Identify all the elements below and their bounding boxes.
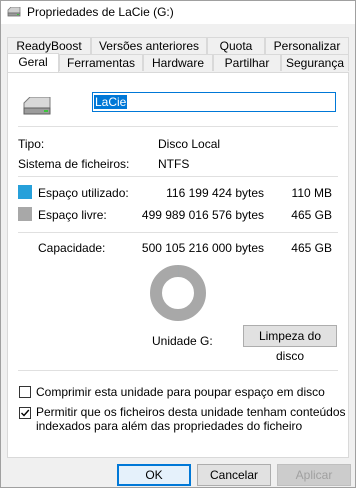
drive-name-input[interactable]: LaCie: [92, 92, 336, 112]
tab-geral[interactable]: Geral: [7, 53, 59, 72]
used-space-bytes: 116 199 424 bytes: [166, 186, 264, 200]
used-space-size: 110 MB: [291, 186, 332, 200]
tab-ferramentas[interactable]: Ferramentas: [59, 54, 143, 71]
type-value: Disco Local: [158, 137, 221, 151]
free-space-size: 465 GB: [291, 208, 332, 222]
separator: [18, 176, 338, 177]
filesystem-value: NTFS: [158, 157, 190, 171]
index-label-line1: Permitir que os ficheiros desta unidade …: [36, 405, 346, 419]
type-label: Tipo:: [18, 137, 45, 151]
separator: [18, 232, 338, 233]
properties-window: Propriedades de LaCie (G:) ReadyBoost Ve…: [0, 0, 356, 488]
title-bar: Propriedades de LaCie (G:): [1, 1, 355, 24]
used-space-swatch: [18, 185, 32, 199]
apply-button[interactable]: Aplicar: [277, 464, 351, 486]
drive-large-icon: [22, 96, 52, 115]
cancel-button[interactable]: Cancelar: [197, 464, 271, 486]
separator: [18, 126, 338, 127]
checkmark-icon: [21, 409, 30, 417]
tab-readyboost[interactable]: ReadyBoost: [7, 37, 91, 54]
tab-partilhar[interactable]: Partilhar: [213, 54, 281, 71]
capacity-label: Capacidade:: [38, 241, 106, 255]
free-space-bytes: 499 989 016 576 bytes: [141, 208, 264, 222]
window-title: Propriedades de LaCie (G:): [27, 5, 174, 19]
capacity-bytes: 500 105 216 000 bytes: [141, 241, 264, 255]
tab-personalizar[interactable]: Personalizar: [265, 37, 349, 54]
compress-label: Comprimir esta unidade para poupar espaç…: [36, 385, 325, 399]
free-space-label: Espaço livre:: [38, 208, 107, 222]
tab-seguranca[interactable]: Segurança: [281, 54, 349, 71]
tab-quota[interactable]: Quota: [207, 37, 265, 54]
free-space-swatch: [18, 207, 32, 221]
drive-icon: [7, 6, 21, 17]
ok-button[interactable]: OK: [117, 464, 191, 486]
compress-checkbox[interactable]: [19, 386, 31, 398]
index-checkbox[interactable]: [19, 407, 31, 419]
index-label-line2: indexados para além das propriedades do …: [36, 419, 303, 433]
disk-usage-donut: [150, 265, 206, 321]
tab-hardware[interactable]: Hardware: [143, 54, 213, 71]
general-panel: LaCie Tipo: Disco Local Sistema de fiche…: [7, 72, 349, 458]
free-space-ring: [150, 265, 206, 321]
separator: [18, 370, 338, 371]
disk-cleanup-button[interactable]: Limpeza do disco: [243, 325, 337, 363]
capacity-size: 465 GB: [291, 241, 332, 255]
used-space-label: Espaço utilizado:: [38, 186, 129, 200]
tab-versoes-anteriores[interactable]: Versões anteriores: [91, 37, 207, 54]
drive-letter-label: Unidade G:: [152, 334, 213, 348]
filesystem-label: Sistema de ficheiros:: [18, 157, 130, 171]
